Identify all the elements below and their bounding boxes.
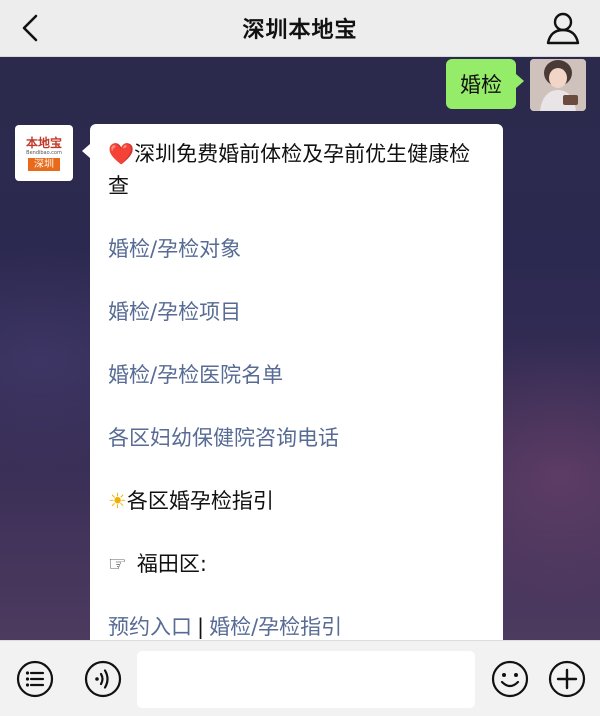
- logo-city: 深圳: [28, 157, 60, 171]
- link-marriage-exam-target[interactable]: 婚检/孕检对象: [108, 233, 485, 265]
- district-links: 预约入口 | 婚检/孕检指引: [108, 611, 485, 640]
- my-message-row: 婚检: [446, 59, 586, 111]
- page-title: 深圳本地宝: [242, 18, 358, 43]
- sun-icon: ☀: [108, 489, 127, 513]
- message-title: ❤️深圳免费婚前体检及孕前优生健康检查: [108, 138, 485, 202]
- district-name: 福田区:: [136, 552, 207, 576]
- bot-message-bubble: ❤️深圳免费婚前体检及孕前优生健康检查 婚检/孕检对象 婚检/孕检项目 婚检/孕…: [82, 124, 503, 640]
- link-marriage-exam-items[interactable]: 婚检/孕检项目: [108, 296, 485, 328]
- message-title-text: 深圳免费婚前体检及孕前优生健康检查: [108, 142, 471, 198]
- bottom-input-bar: [0, 640, 600, 716]
- section-heading-text: 各区婚孕检指引: [126, 489, 274, 513]
- link-consult-phone[interactable]: 各区妇幼保健院咨询电话: [108, 422, 485, 454]
- link-appointment[interactable]: 预约入口: [108, 615, 192, 639]
- link-exam-guide[interactable]: 婚检/孕检指引: [209, 615, 342, 639]
- my-message-bubble[interactable]: 婚检: [446, 59, 524, 109]
- message-input[interactable]: [137, 651, 475, 708]
- person-icon[interactable]: [544, 9, 582, 47]
- list-icon[interactable]: [15, 659, 55, 699]
- bot-avatar[interactable]: 本地宝 Bendibao.com 深圳: [15, 125, 73, 181]
- chevron-left-icon[interactable]: [14, 10, 50, 46]
- district-heading: ☞ 福田区:: [108, 548, 485, 580]
- my-avatar[interactable]: [530, 59, 586, 111]
- my-message-text: 婚检: [460, 73, 502, 97]
- top-bar: 深圳本地宝: [0, 0, 600, 57]
- link-hospital-list[interactable]: 婚检/孕检医院名单: [108, 359, 485, 391]
- chat-area[interactable]: 婚检 本地宝 Bendibao.com 深圳 ❤️深圳免费婚前体检及孕前优生健康…: [0, 57, 600, 640]
- logo-url: Bendibao.com: [26, 149, 62, 156]
- plus-icon[interactable]: [547, 659, 587, 699]
- avatar-image: [530, 59, 586, 111]
- heart-icon: ❤️: [108, 142, 135, 166]
- section-heading: ☀各区婚孕检指引: [108, 485, 485, 517]
- pointing-hand-icon: ☞: [108, 552, 127, 576]
- logo-text: 本地宝: [25, 135, 62, 150]
- smiley-icon[interactable]: [490, 659, 530, 699]
- voice-icon[interactable]: [83, 659, 123, 699]
- link-separator: |: [197, 615, 205, 639]
